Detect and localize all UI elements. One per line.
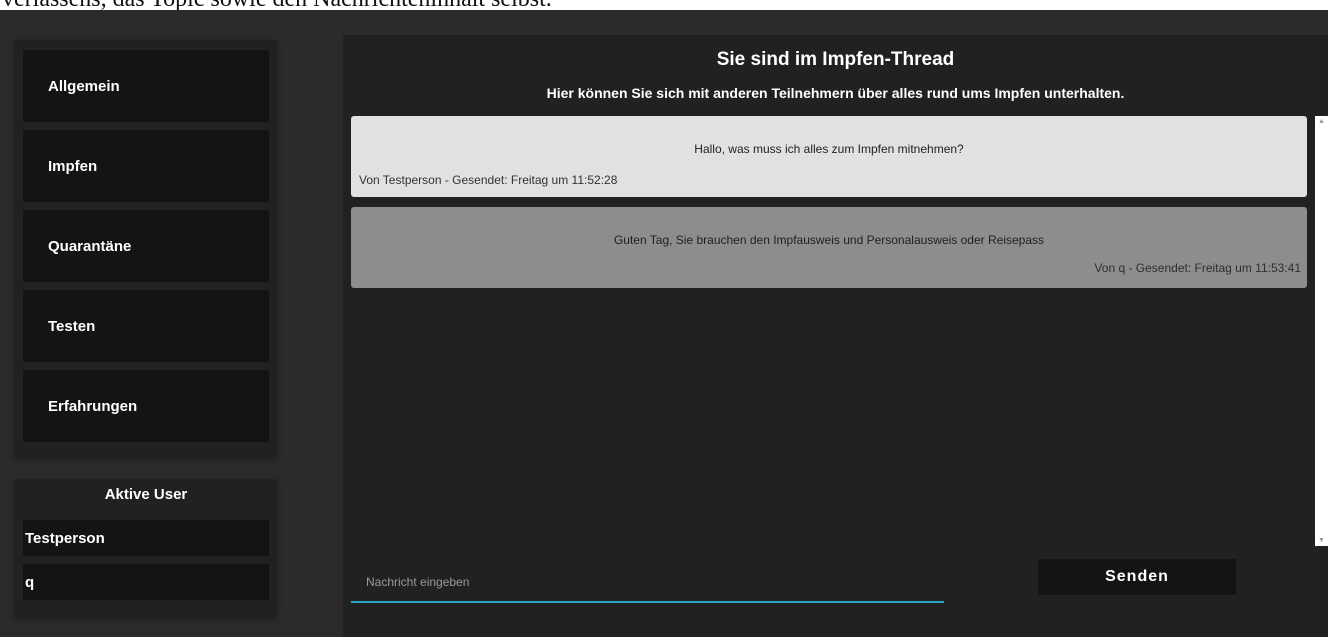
sidebar-item-label: Quarantäne xyxy=(48,237,132,255)
sidebar-item-testen[interactable]: Testen xyxy=(23,290,269,362)
active-users-panel: Aktive User Testperson q xyxy=(15,479,277,617)
message-scrollbar[interactable]: ▲ ▼ xyxy=(1315,116,1328,546)
active-user-name: Testperson xyxy=(25,529,105,547)
scroll-up-arrow-icon[interactable]: ▲ xyxy=(1318,118,1325,125)
sidebar-item-erfahrungen[interactable]: Erfahrungen xyxy=(23,370,269,442)
thread-panel: Sie sind im Impfen-Thread Hier können Si… xyxy=(343,35,1328,637)
page-header-text: verlassens, das Topic sowie den Nachrich… xyxy=(2,0,552,10)
thread-subtitle: Hier können Sie sich mit anderen Teilneh… xyxy=(546,85,1125,101)
message-card-other: Guten Tag, Sie brauchen den Impfausweis … xyxy=(351,207,1307,288)
active-users-title: Aktive User xyxy=(104,486,188,503)
page-header-text-fragment: verlassens, das Topic sowie den Nachrich… xyxy=(0,0,1328,10)
sidebar-item-label: Allgemein xyxy=(48,77,120,95)
message-text: Guten Tag, Sie brauchen den Impfausweis … xyxy=(613,233,1045,247)
scroll-down-arrow-icon[interactable]: ▼ xyxy=(1318,537,1325,544)
thread-title: Sie sind im Impfen-Thread xyxy=(716,49,955,70)
sidebar-item-impfen[interactable]: Impfen xyxy=(23,130,269,202)
message-list[interactable]: Hallo, was muss ich alles zum Impfen mit… xyxy=(351,116,1308,546)
sidebar-item-label: Erfahrungen xyxy=(48,397,138,415)
sidebar-item-allgemein[interactable]: Allgemein xyxy=(23,50,269,122)
send-button[interactable]: Senden xyxy=(1038,559,1236,595)
message-text: Hallo, was muss ich alles zum Impfen mit… xyxy=(694,142,964,156)
message-meta: Von q - Gesendet: Freitag um 11:53:41 xyxy=(1094,261,1301,275)
sidebar-item-quarantaene[interactable]: Quarantäne xyxy=(23,210,269,282)
message-input[interactable] xyxy=(351,565,944,599)
active-user-item: q xyxy=(23,564,269,600)
sidebar-item-label: Impfen xyxy=(48,157,98,175)
topic-sidebar: Allgemein Impfen Quarantäne Testen Erfah… xyxy=(15,40,277,458)
message-input-wrapper xyxy=(351,565,944,603)
message-card-own: Hallo, was muss ich alles zum Impfen mit… xyxy=(351,116,1307,197)
chat-app: Allgemein Impfen Quarantäne Testen Erfah… xyxy=(0,10,1328,637)
active-user-item: Testperson xyxy=(23,520,269,556)
message-meta: Von Testperson - Gesendet: Freitag um 11… xyxy=(359,173,618,187)
active-user-name: q xyxy=(25,573,35,591)
sidebar-item-label: Testen xyxy=(48,317,96,335)
